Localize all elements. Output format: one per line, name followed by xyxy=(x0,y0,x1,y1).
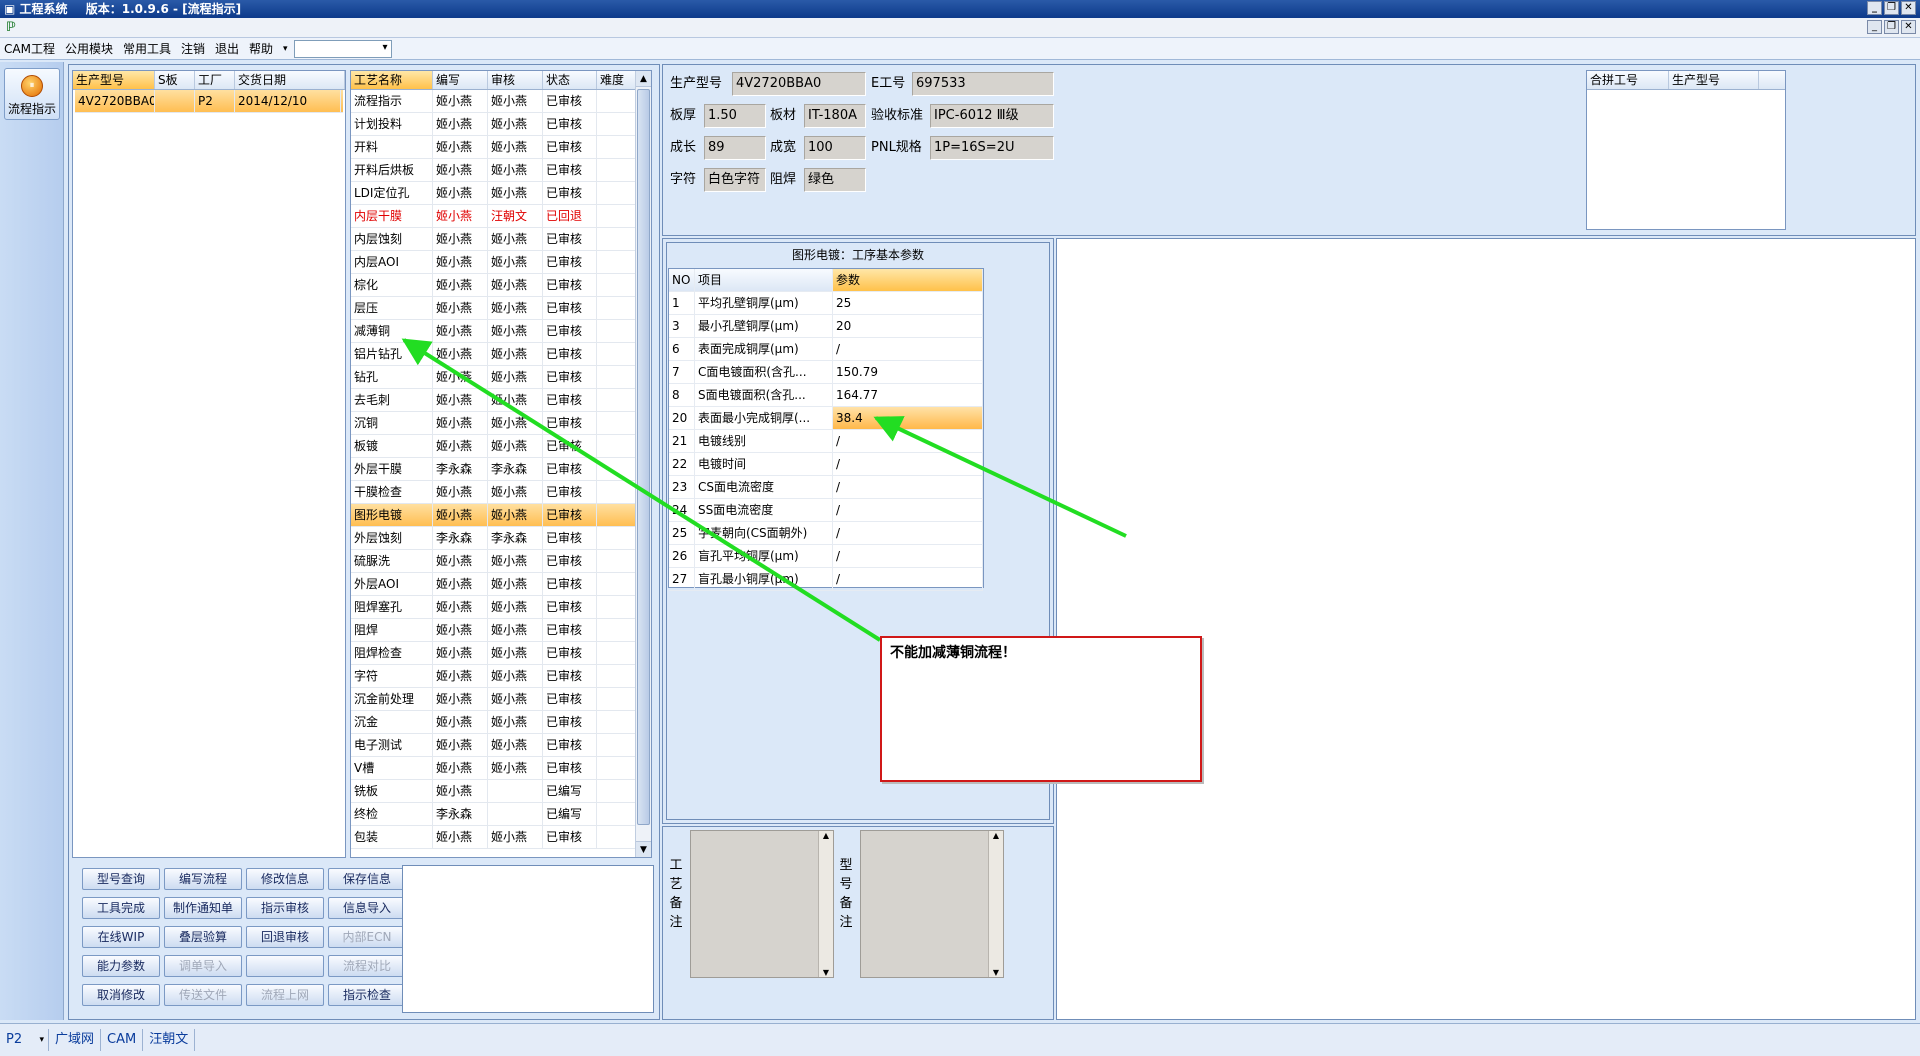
plant-chevron-down-icon[interactable]: ▾ xyxy=(39,1029,44,1051)
arrow-to-param xyxy=(873,416,1127,538)
status-network: 广域网 xyxy=(48,1029,100,1051)
annotation-box: 不能加减薄铜流程！ xyxy=(880,636,1202,782)
status-user: 汪朝文 xyxy=(142,1029,196,1051)
status-bar: P2 ▾ 广域网 CAM 汪朝文 xyxy=(0,1023,1920,1056)
arrow-to-process xyxy=(401,338,882,642)
status-dept: CAM xyxy=(100,1029,142,1051)
annotation-arrows xyxy=(401,338,1127,642)
plant-selector[interactable]: P2 ▾ xyxy=(0,1029,48,1051)
annotation-text: 不能加减薄铜流程！ xyxy=(890,645,1016,661)
